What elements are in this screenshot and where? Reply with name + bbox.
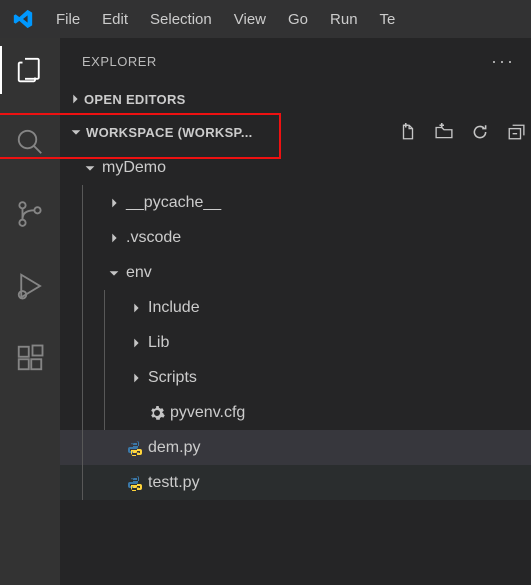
folder-env[interactable]: env: [60, 255, 531, 290]
menu-file[interactable]: File: [46, 5, 90, 34]
chevron-down-icon: [66, 125, 86, 139]
explorer-sidebar: EXPLORER ··· OPEN EDITORS WORKSPACE (WOR…: [60, 38, 531, 585]
folder-lib[interactable]: Lib: [60, 325, 531, 360]
chevron-down-icon: [104, 266, 124, 280]
titlebar: File Edit Selection View Go Run Te: [0, 0, 531, 38]
file-label: pyvenv.cfg: [168, 404, 245, 422]
open-editors-section[interactable]: OPEN EDITORS: [60, 84, 531, 114]
chevron-right-icon: [104, 196, 124, 210]
activity-run-debug-icon[interactable]: [12, 268, 48, 304]
folder-label: Include: [146, 299, 200, 317]
explorer-more-icon[interactable]: ···: [491, 51, 515, 72]
file-testt-py[interactable]: testt.py: [60, 465, 531, 500]
folder-label: myDemo: [100, 159, 166, 177]
gear-icon: [146, 405, 168, 421]
folder-label: Lib: [146, 334, 169, 352]
chevron-right-icon: [126, 301, 146, 315]
menu-selection[interactable]: Selection: [140, 5, 222, 34]
activity-search-icon[interactable]: [12, 124, 48, 160]
folder-label: .vscode: [124, 229, 181, 247]
explorer-title: EXPLORER: [82, 54, 157, 69]
workspace-label: WORKSPACE (WORKSP...: [86, 125, 253, 140]
folder-scripts[interactable]: Scripts: [60, 360, 531, 395]
activity-extensions-icon[interactable]: [12, 340, 48, 376]
file-label: testt.py: [146, 474, 200, 492]
folder-label: Scripts: [146, 369, 197, 387]
new-folder-icon[interactable]: [435, 123, 453, 141]
folder-label: env: [124, 264, 152, 282]
activity-bar: [0, 38, 60, 585]
file-tree: myDemo __pycache__ .vscode env Inclu: [60, 150, 531, 585]
workspace-section[interactable]: WORKSPACE (WORKSP...: [60, 114, 531, 150]
chevron-right-icon: [104, 231, 124, 245]
chevron-right-icon: [126, 371, 146, 385]
vscode-logo-icon: [12, 8, 34, 30]
activity-source-control-icon[interactable]: [12, 196, 48, 232]
workspace-actions: [389, 123, 531, 141]
python-file-icon: [124, 440, 146, 456]
menu-view[interactable]: View: [224, 5, 276, 34]
activity-explorer-icon[interactable]: [12, 52, 48, 88]
folder-vscode[interactable]: .vscode: [60, 220, 531, 255]
folder-include[interactable]: Include: [60, 290, 531, 325]
refresh-icon[interactable]: [471, 123, 489, 141]
open-editors-label: OPEN EDITORS: [84, 92, 186, 107]
folder-mydemo[interactable]: myDemo: [60, 150, 531, 185]
file-label: dem.py: [146, 439, 200, 457]
chevron-right-icon: [126, 336, 146, 350]
menu-edit[interactable]: Edit: [92, 5, 138, 34]
chevron-right-icon: [66, 92, 84, 106]
folder-label: __pycache__: [124, 194, 221, 212]
new-file-icon[interactable]: [399, 123, 417, 141]
explorer-header: EXPLORER ···: [60, 38, 531, 84]
chevron-down-icon: [80, 161, 100, 175]
collapse-all-icon[interactable]: [507, 123, 525, 141]
python-file-icon: [124, 475, 146, 491]
file-pyvenv[interactable]: pyvenv.cfg: [60, 395, 531, 430]
folder-pycache[interactable]: __pycache__: [60, 185, 531, 220]
menu-run[interactable]: Run: [320, 5, 368, 34]
menu-terminal-cut[interactable]: Te: [370, 5, 406, 34]
file-dem-py[interactable]: dem.py: [60, 430, 531, 465]
main-area: EXPLORER ··· OPEN EDITORS WORKSPACE (WOR…: [0, 38, 531, 585]
menu-go[interactable]: Go: [278, 5, 318, 34]
